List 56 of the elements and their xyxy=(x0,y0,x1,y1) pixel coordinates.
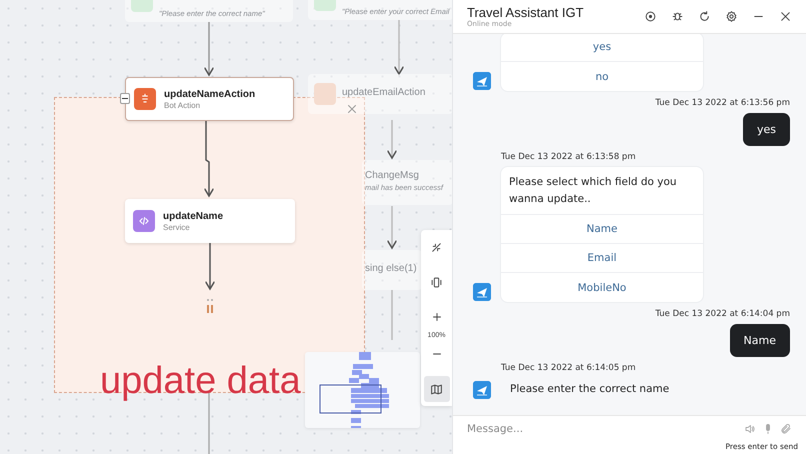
close-icon xyxy=(346,103,358,115)
group-label: update data xyxy=(100,362,301,400)
minimap-button[interactable] xyxy=(424,376,450,402)
connector-arrow xyxy=(204,243,216,290)
bot-avatar-icon xyxy=(473,381,491,399)
connector-arrow xyxy=(204,22,214,76)
close-icon xyxy=(779,10,792,23)
message-input[interactable]: Message... xyxy=(467,423,738,435)
bot-message: Please select which field do you wanna update.. xyxy=(501,167,703,215)
connector-line xyxy=(208,393,210,454)
debug-button[interactable] xyxy=(671,10,684,23)
option-button[interactable]: MobileNo xyxy=(501,273,703,302)
speaker-icon xyxy=(744,423,756,435)
bot-avatar-icon xyxy=(473,283,491,301)
plus-icon xyxy=(430,311,442,323)
vibrate-frame-icon xyxy=(430,276,443,288)
collapse-arrows-icon xyxy=(430,240,443,254)
paperclip-icon xyxy=(780,423,792,435)
record-icon xyxy=(644,10,657,23)
node-title: updateEmailAction xyxy=(342,86,426,98)
map-icon xyxy=(430,382,443,396)
settings-icon xyxy=(725,10,738,23)
message-timestamp: Tue Dec 13 2022 at 6:14:04 pm xyxy=(655,309,790,319)
bot-avatar-icon xyxy=(473,72,491,90)
option-button[interactable]: Name xyxy=(501,215,703,244)
message-timestamp: Tue Dec 13 2022 at 6:13:58 pm xyxy=(501,152,637,162)
message-timestamp: Tue Dec 13 2022 at 6:13:56 pm xyxy=(655,98,790,108)
node-title: sing else(1) xyxy=(365,262,417,274)
settings-button[interactable] xyxy=(725,10,738,23)
node-title: updateName xyxy=(163,210,224,222)
option-button[interactable]: no xyxy=(501,62,703,92)
record-button[interactable] xyxy=(644,10,657,23)
connector-arrow xyxy=(386,120,398,159)
node-subtitle: Service xyxy=(163,222,191,232)
option-button[interactable]: Email xyxy=(501,244,703,273)
connector-line xyxy=(391,290,393,340)
option-button[interactable]: yes xyxy=(501,34,703,62)
refresh-button[interactable] xyxy=(698,10,711,23)
message-timestamp: Tue Dec 13 2022 at 6:14:05 pm xyxy=(501,363,637,373)
refresh-icon xyxy=(698,10,711,23)
bug-icon xyxy=(671,10,684,23)
node-subtitle: Bot Action xyxy=(164,100,202,110)
connector-arrow xyxy=(386,206,398,249)
bot-action-icon xyxy=(134,88,156,110)
close-button[interactable] xyxy=(779,10,792,23)
chat-title: Travel Assistant IGT xyxy=(467,5,585,20)
node-title: ChangeMsg xyxy=(365,170,420,180)
user-message: Name xyxy=(730,324,790,357)
user-message: yes xyxy=(742,113,790,146)
node-title: updateNameAction xyxy=(164,88,256,100)
flow-node[interactable]: updateName Service xyxy=(125,199,295,243)
collapse-button[interactable] xyxy=(120,93,130,104)
connector-arrow xyxy=(394,20,404,75)
flow-node[interactable]: updateNameAction Bot Action xyxy=(125,77,294,121)
handle-dots-icon[interactable] xyxy=(207,299,213,313)
code-icon xyxy=(133,210,155,232)
